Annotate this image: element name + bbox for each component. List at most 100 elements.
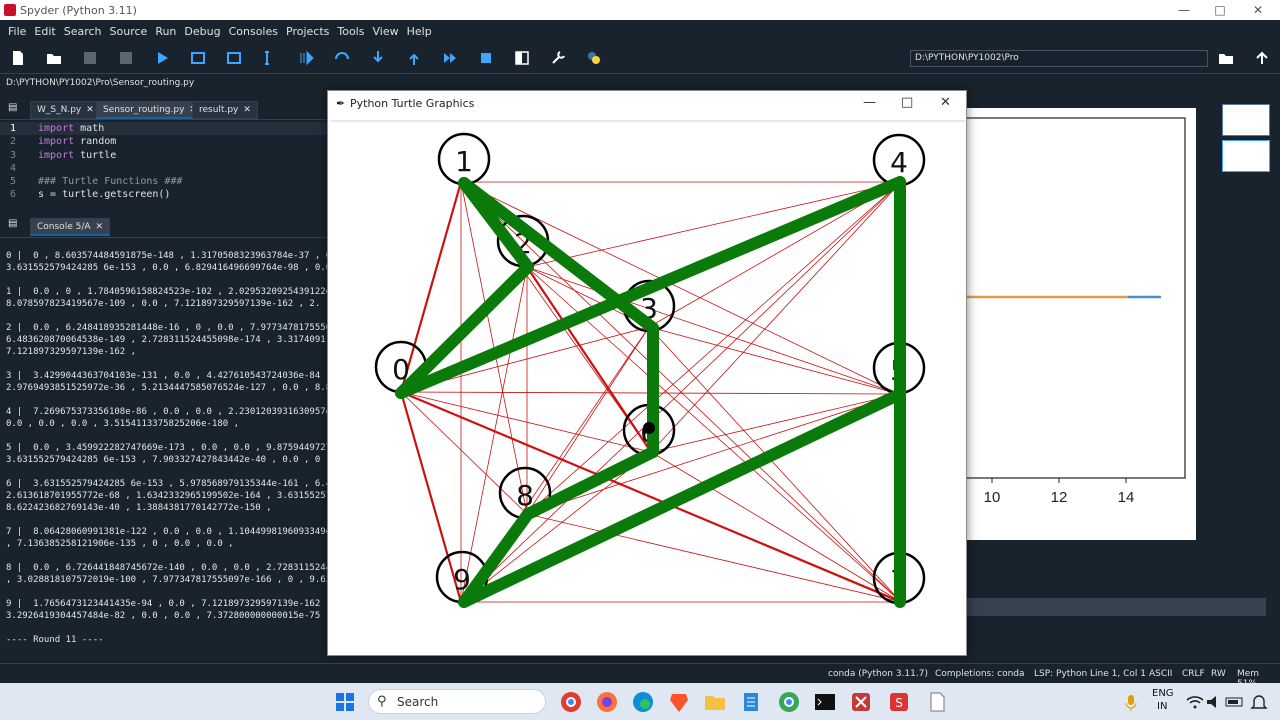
menu-edit[interactable]: Edit [30, 25, 59, 38]
brave-icon[interactable] [668, 691, 690, 713]
browse-tabs-icon[interactable]: ▤ [8, 102, 17, 113]
line-number: 6 [9, 189, 16, 201]
turtle-canvas[interactable]: 1234567890 [331, 120, 965, 654]
close-tab-icon[interactable]: ✕ [96, 222, 104, 232]
menu-help[interactable]: Help [403, 25, 436, 38]
menu-projects[interactable]: Projects [282, 25, 333, 38]
turtle-maximize-button[interactable]: □ [901, 95, 913, 110]
status-conda[interactable]: conda (Python 3.11.7) [828, 669, 928, 679]
close-button[interactable]: ✕ [1240, 0, 1276, 20]
status-completions[interactable]: Completions: conda [935, 669, 1025, 679]
step-icon[interactable] [334, 50, 350, 66]
notepad-icon[interactable] [740, 691, 762, 713]
menu-consoles[interactable]: Consoles [225, 25, 282, 38]
open-file-icon[interactable] [46, 50, 62, 66]
preferences-wrench-icon[interactable] [550, 50, 566, 66]
browse-consoles-icon[interactable]: ▤ [8, 218, 17, 229]
save-all-icon[interactable] [118, 50, 134, 66]
link-edge [526, 181, 902, 515]
menu-run[interactable]: Run [151, 25, 180, 38]
code-editor[interactable]: 1 import math 2 import random 3 import turt… [0, 122, 330, 204]
window-title: Spyder (Python 3.11) [20, 3, 137, 17]
windows-taskbar: S [0, 683, 1280, 720]
run-cell-icon[interactable] [190, 50, 206, 66]
working-directory-input[interactable]: D:\PYTHON\PY1002\Pro [910, 50, 1208, 67]
wps-office-icon[interactable]: S [888, 691, 910, 713]
editor-tabbar: ▤ W_S_N.py✕ Sensor_routing.py✕ result.py… [0, 98, 330, 120]
console-line: ---- Round 11 ---- [6, 635, 104, 645]
turtle-window[interactable]: ✒ Python Turtle Graphics — □ ✕ 123456789… [327, 90, 967, 656]
plot-preview: 10 12 14 [965, 108, 1196, 540]
chrome-profile-icon[interactable] [778, 691, 800, 713]
tab-result[interactable]: result.py ✕ [192, 101, 258, 119]
document-app-icon[interactable] [926, 691, 948, 713]
stop-icon[interactable] [478, 50, 494, 66]
menu-file[interactable]: File [4, 25, 30, 38]
ipython-console[interactable]: 0 | 0 , 8.603574484591875e-148 , 1.31705… [0, 240, 330, 660]
maximize-button[interactable]: □ [1202, 0, 1238, 20]
step-return-icon[interactable] [406, 50, 422, 66]
volume-icon[interactable] [1204, 691, 1226, 713]
turtle-minimize-button[interactable]: — [863, 95, 876, 110]
close-tab-icon[interactable]: ✕ [86, 105, 94, 115]
menu-debug[interactable]: Debug [180, 25, 224, 38]
menu-search[interactable]: Search [60, 25, 106, 38]
status-bar: conda (Python 3.11.7) Completions: conda… [0, 663, 1280, 689]
chrome-icon[interactable] [560, 691, 582, 713]
tab-console[interactable]: Console 5/A ✕ [30, 218, 111, 236]
browse-folder-icon[interactable] [1218, 50, 1234, 66]
tab-w-s-n[interactable]: W_S_N.py ✕ [30, 101, 101, 119]
close-tab-icon[interactable]: ✕ [243, 105, 251, 115]
run-cell-advance-icon[interactable] [226, 50, 242, 66]
plot-thumbnail[interactable] [1222, 140, 1270, 172]
turtle-window-title: Python Turtle Graphics [350, 97, 475, 110]
status-lsp[interactable]: LSP: Python [1034, 669, 1087, 679]
turtle-close-button[interactable]: ✕ [940, 95, 951, 110]
firefox-icon[interactable] [596, 691, 618, 713]
notification-bell-icon[interactable] [1248, 691, 1270, 713]
wifi-icon[interactable] [1184, 691, 1206, 713]
microphone-icon[interactable] [1120, 691, 1142, 713]
plot-thumbnail[interactable] [1222, 104, 1270, 136]
link-edge [648, 326, 900, 395]
keyword: import [38, 136, 75, 148]
tab-label: result.py [199, 105, 239, 115]
menu-tools[interactable]: Tools [333, 25, 368, 38]
battery-icon[interactable] [1224, 691, 1246, 713]
edge-icon[interactable] [632, 691, 654, 713]
keyword: import [38, 123, 75, 134]
editor-file-path: D:\PYTHON\PY1002\Pro\Sensor_routing.py [6, 78, 195, 88]
maximize-pane-icon[interactable] [514, 50, 530, 66]
menu-source[interactable]: Source [106, 25, 152, 38]
python-path-icon[interactable] [586, 50, 602, 66]
file-explorer-icon[interactable] [704, 691, 726, 713]
turtle-feather-icon: ✒ [336, 97, 346, 110]
minimize-button[interactable]: — [1166, 0, 1202, 20]
step-into-icon[interactable] [370, 50, 386, 66]
run-icon[interactable] [154, 50, 170, 66]
console-line: 0.0 , 0.0 , 0.0 , 3.5154113375825206e-18… [6, 419, 239, 429]
console-line: 2.9769493851525972e-36 , 5.2134447585076… [6, 383, 330, 393]
link-edge [399, 390, 463, 604]
debug-icon[interactable] [298, 50, 314, 66]
snipping-tool-icon[interactable] [850, 691, 872, 713]
tab-sensor-routing[interactable]: Sensor_routing.py✕ [96, 101, 204, 119]
console-line: 3.2926419304457484e-82 , 0.0 , 0.0 , 7.3… [6, 611, 330, 621]
terminal-icon[interactable] [814, 691, 836, 713]
help-search-field[interactable] [966, 598, 1266, 616]
console-tabbar: ▤ Console 5/A ✕ [0, 214, 330, 238]
console-output-block: 1 | 0.0 , 0 , 1.7840596158824523e-102 , … [6, 286, 330, 310]
continue-icon[interactable] [442, 50, 458, 66]
run-selection-icon[interactable] [262, 50, 278, 66]
save-icon[interactable] [82, 50, 98, 66]
console-tab-label: Console 5/A [37, 222, 91, 232]
menu-view[interactable]: View [368, 25, 402, 38]
console-output-block: 4 | 7.269675373356108e-86 , 0.0 , 0.0 , … [6, 406, 330, 430]
windows-start-icon[interactable] [334, 691, 356, 713]
console-line: 6.483620870064538e-149 , 2.7283115244550… [6, 335, 330, 345]
plot-svg: 10 12 14 [965, 117, 1186, 506]
taskbar-search[interactable]: ⚲ Search [368, 689, 546, 714]
parent-dir-icon[interactable] [1254, 50, 1270, 66]
sensor-network-graph: 1234567890 [374, 132, 926, 608]
new-file-icon[interactable] [10, 50, 26, 66]
